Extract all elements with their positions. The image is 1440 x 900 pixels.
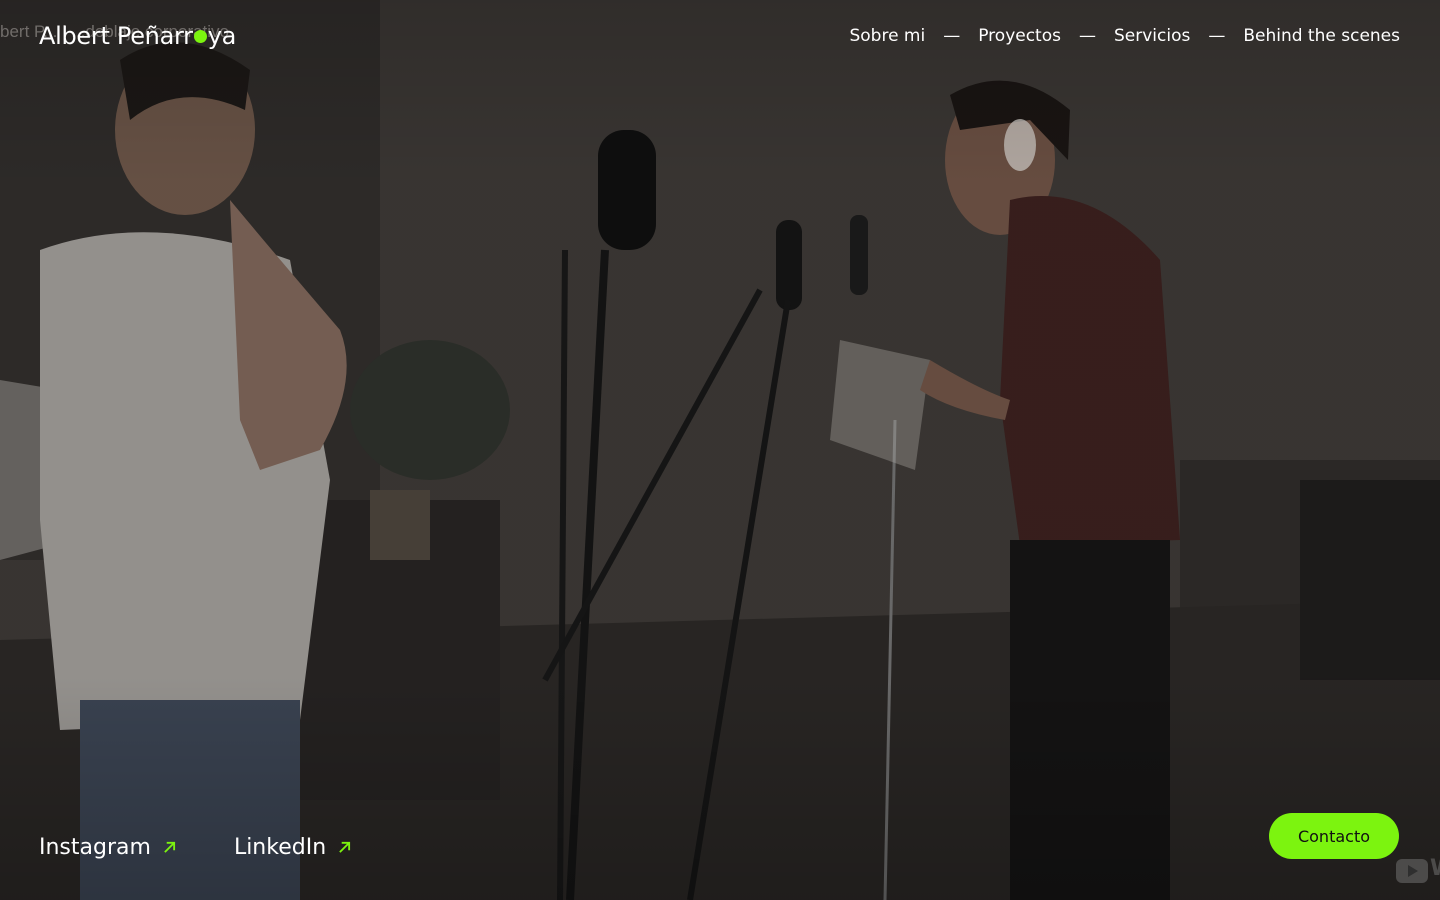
logo-dot-icon: [193, 29, 207, 43]
logo-text-end: ya: [207, 22, 237, 50]
linkedin-label: LinkedIn: [233, 835, 327, 860]
nav-separator: —: [1208, 26, 1226, 46]
nav-link-proyectos[interactable]: Proyectos: [978, 26, 1061, 46]
hero-section: bert P... | ...doblaje corporativo Alber…: [0, 0, 1440, 900]
arrow-up-right-icon: [164, 841, 176, 853]
background-video-frame: [0, 0, 1440, 900]
contact-button[interactable]: Contacto: [1269, 813, 1399, 859]
instagram-label: Instagram: [39, 835, 151, 860]
arrow-up-right-icon: [339, 841, 351, 853]
linkedin-link[interactable]: LinkedIn: [234, 835, 351, 860]
instagram-link[interactable]: Instagram: [39, 835, 176, 860]
site-logo[interactable]: Albert Peñarr ya: [39, 22, 236, 50]
nav-link-sobre-mi[interactable]: Sobre mi: [849, 26, 925, 46]
main-navigation: Sobre mi — Proyectos — Servicios — Behin…: [849, 26, 1400, 46]
nav-link-servicios[interactable]: Servicios: [1114, 26, 1190, 46]
nav-link-behind-the-scenes[interactable]: Behind the scenes: [1243, 26, 1400, 46]
nav-separator: —: [943, 26, 961, 46]
nav-separator: —: [1078, 26, 1096, 46]
youtube-watermark-icon: W: [1430, 856, 1440, 881]
logo-text-start: Albert Peñarr: [39, 22, 193, 50]
youtube-logo-icon[interactable]: [1396, 859, 1428, 883]
social-links: Instagram LinkedIn: [39, 835, 351, 860]
